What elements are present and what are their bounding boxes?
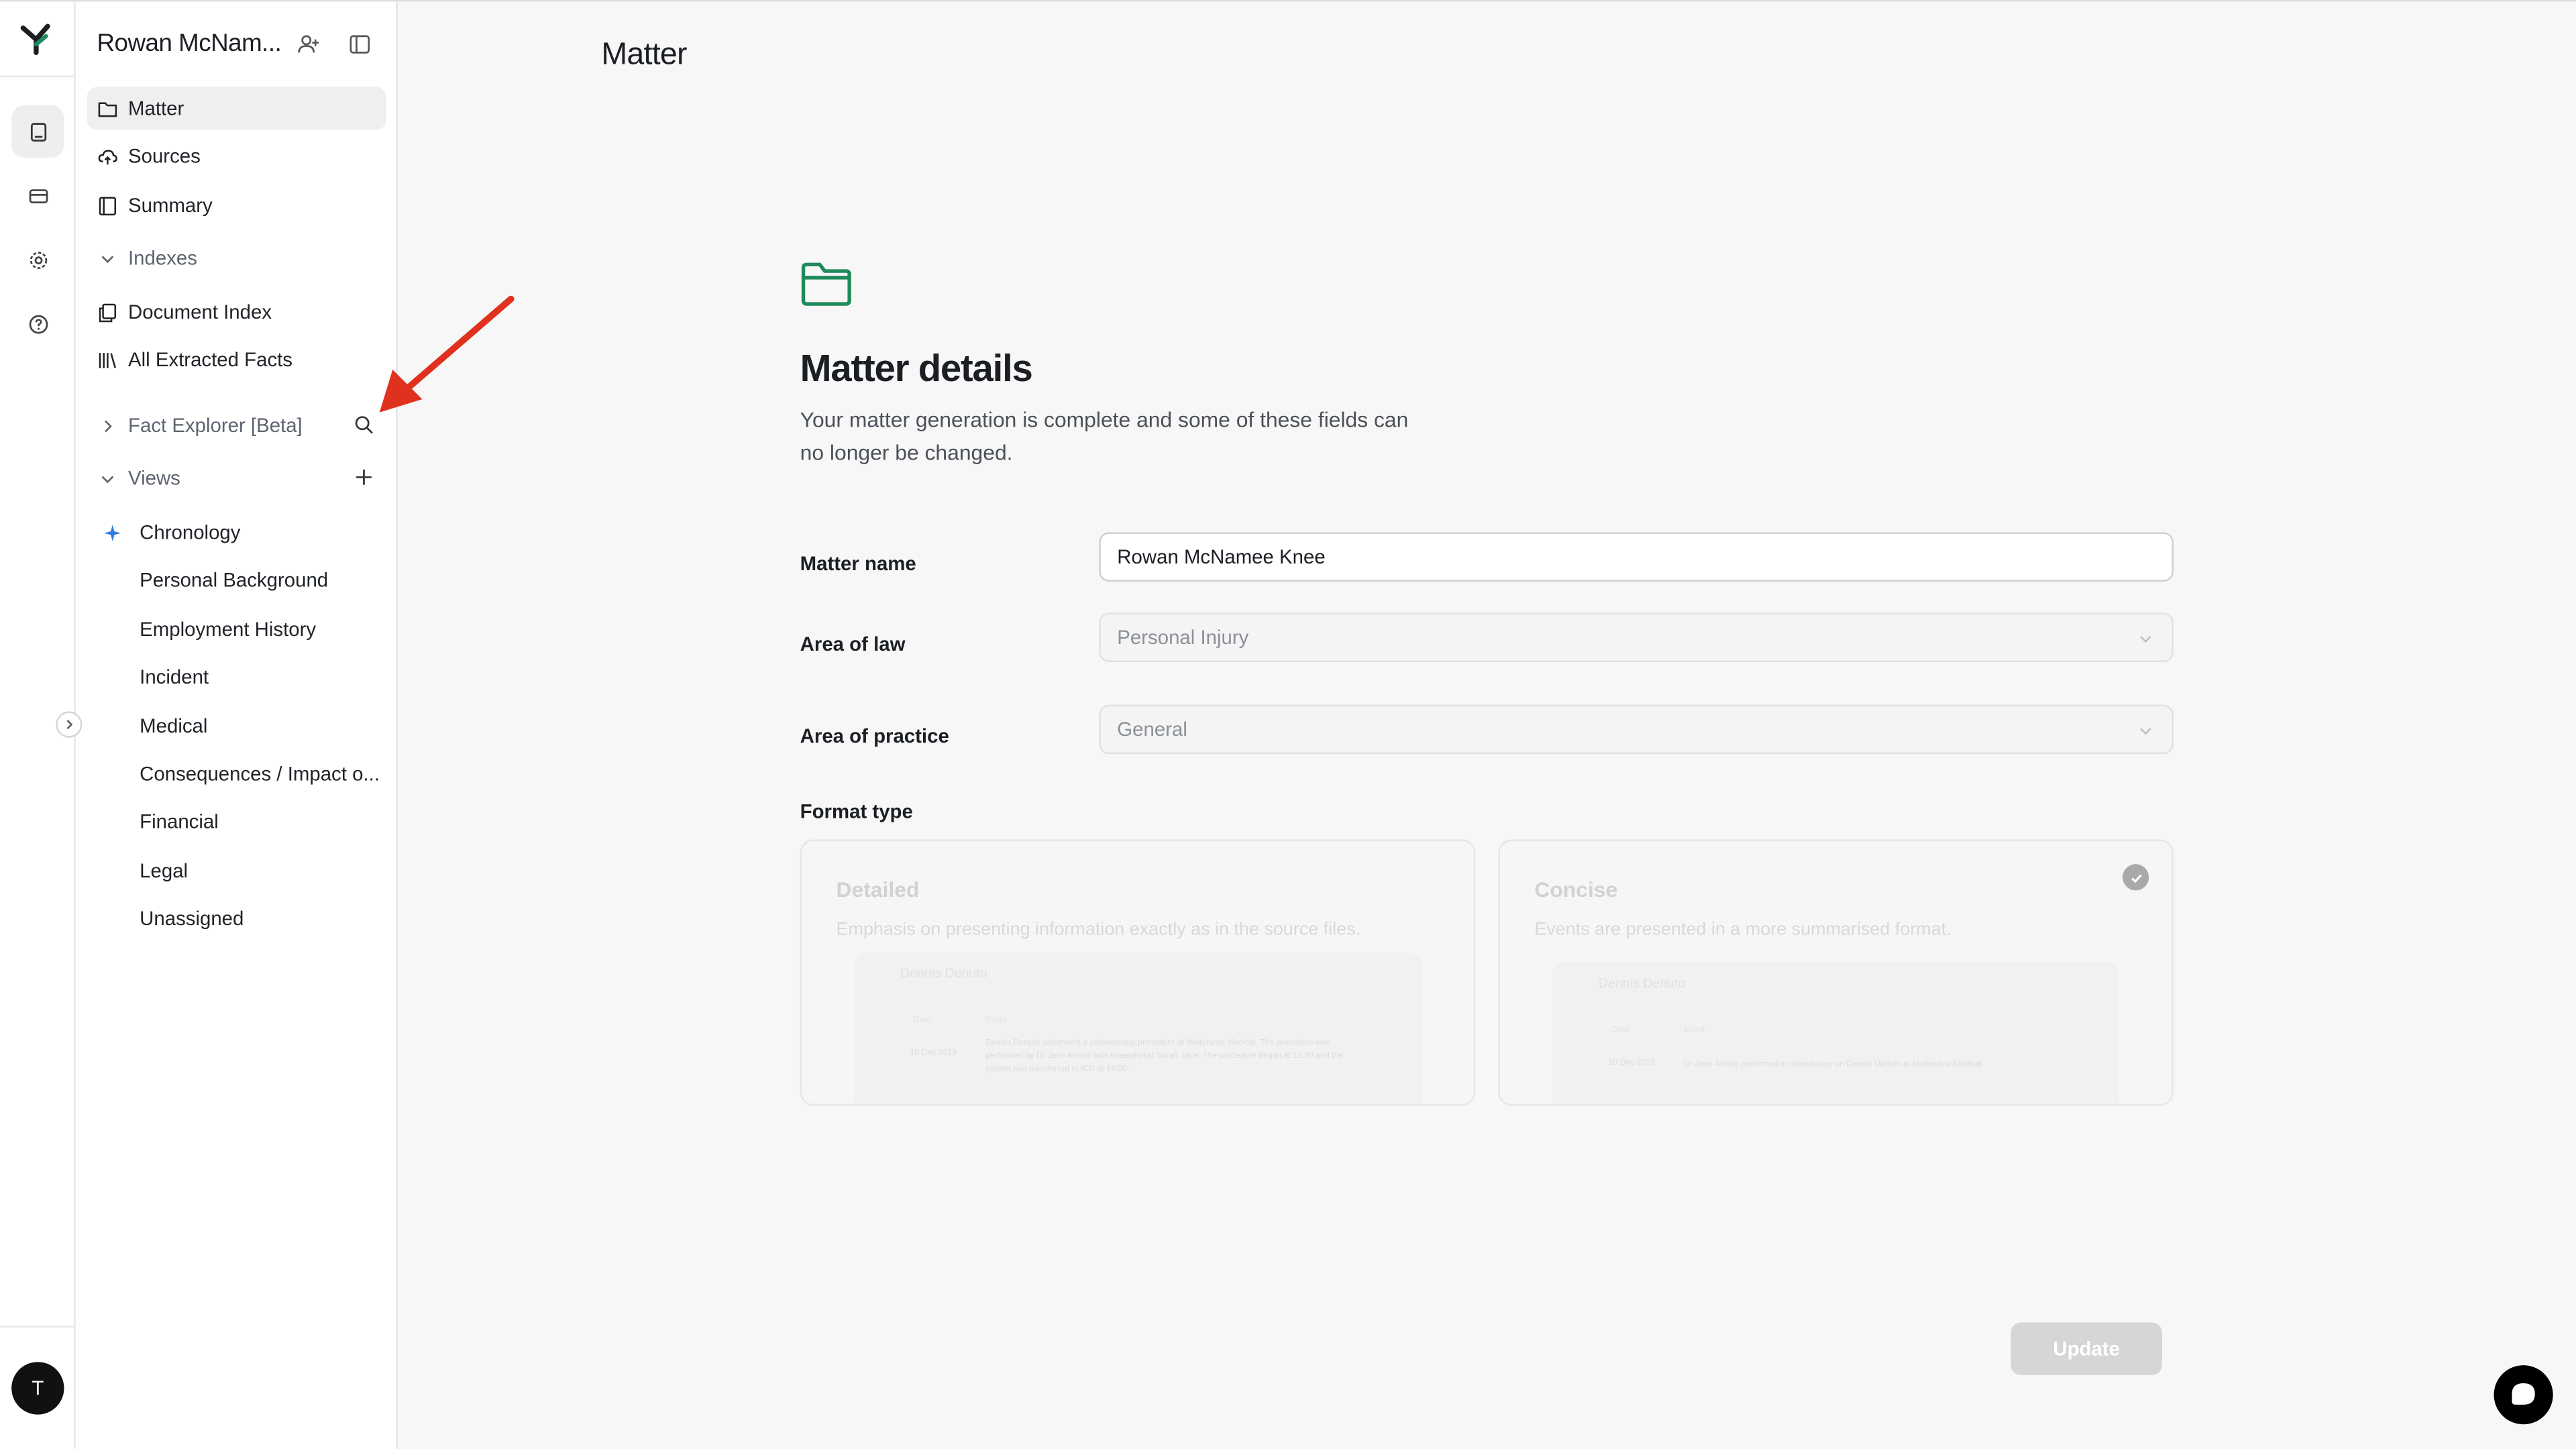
- add-user-icon[interactable]: [297, 33, 320, 56]
- format-title: Detailed: [836, 877, 920, 902]
- preview-col-event: Event: [1684, 1025, 1705, 1035]
- view-label: Personal Background: [140, 568, 329, 592]
- area-of-law-label: Area of law: [800, 632, 906, 656]
- area-of-practice-value: General: [1117, 718, 1187, 741]
- sidebar-item-label: Summary: [128, 193, 213, 217]
- format-preview: Dennis Denuto Date Event 10 Dec 2019 Dr …: [1552, 963, 2120, 1104]
- card-icon[interactable]: [11, 169, 64, 221]
- matter-title: Rowan McNam...: [97, 30, 282, 58]
- preview-col-date: Date: [913, 1015, 931, 1026]
- preview-name: Dennis Denuto: [1598, 975, 1686, 991]
- rail-divider: [0, 1326, 74, 1328]
- rail-divider: [0, 75, 74, 78]
- section-indexes[interactable]: Indexes: [87, 237, 386, 280]
- sidebar-item-label: Sources: [128, 144, 201, 168]
- view-label: Legal: [140, 859, 189, 883]
- section-label: Indexes: [128, 246, 197, 270]
- sidebar-item-summary[interactable]: Summary: [87, 184, 386, 227]
- format-title: Concise: [1534, 877, 1618, 902]
- preview-col-date: Date: [1611, 1025, 1629, 1035]
- view-label: Employment History: [140, 617, 317, 641]
- sparkle-icon: [104, 524, 121, 541]
- chevron-right-icon: [66, 720, 73, 729]
- format-description: Events are presented in a more summarise…: [1534, 920, 1951, 940]
- folder-icon: [801, 262, 851, 306]
- sidebar-item-all-extracted-facts[interactable]: All Extracted Facts: [87, 338, 386, 381]
- format-description: Emphasis on presenting information exact…: [836, 920, 1361, 940]
- matter-name-label: Matter name: [800, 551, 916, 576]
- preview-text: Dr Jane Arnold performed a colonoscopy o…: [1684, 1059, 1984, 1070]
- expand-rail-button[interactable]: [56, 711, 83, 738]
- selected-check-icon: [2123, 864, 2149, 891]
- sidebar-item-matter[interactable]: Matter: [87, 87, 386, 130]
- chat-bubble-icon: [2512, 1383, 2535, 1405]
- view-label: Financial: [140, 810, 219, 833]
- format-card-detailed[interactable]: Detailed Emphasis on presenting informat…: [800, 839, 1476, 1106]
- plus-icon[interactable]: [354, 467, 375, 488]
- view-item[interactable]: Personal Background: [87, 559, 386, 602]
- area-of-practice-select[interactable]: General: [1099, 704, 2174, 755]
- area-of-law-select[interactable]: Personal Injury: [1099, 612, 2174, 662]
- help-icon[interactable]: [11, 297, 64, 350]
- page-title: Matter: [601, 38, 687, 72]
- section-label: Views: [128, 466, 180, 490]
- gear-icon[interactable]: [11, 233, 64, 286]
- chevron-down-icon: [101, 255, 114, 262]
- chat-launcher-button[interactable]: [2493, 1365, 2553, 1425]
- sidebar-item-sources[interactable]: Sources: [87, 135, 386, 178]
- chevron-down-icon: [101, 475, 114, 483]
- view-label: Medical: [140, 714, 208, 738]
- folder-icon: [98, 101, 117, 117]
- view-item[interactable]: Employment History: [87, 608, 386, 651]
- view-label: Chronology: [140, 521, 241, 544]
- format-type-label: Format type: [800, 800, 913, 823]
- matter-details-heading: Matter details: [800, 346, 1033, 390]
- matter-name-field[interactable]: Rowan McNamee Knee: [1099, 532, 2174, 582]
- view-label: Consequences / Impact o...: [140, 762, 380, 786]
- view-item-chronology[interactable]: Chronology: [87, 511, 386, 554]
- matter-details-description: Your matter generation is complete and s…: [800, 407, 1409, 466]
- format-preview: Dennis Denuto Date Event 10 Dec 2019 Den…: [854, 953, 1421, 1104]
- chevron-right-icon: [105, 419, 112, 432]
- view-label: Unassigned: [140, 906, 244, 930]
- preview-date: 10 Dec 2019: [910, 1048, 957, 1059]
- sidebar: Rowan McNam... Matter Sources Summary In…: [75, 1, 398, 1449]
- library-icon: [99, 352, 116, 368]
- section-views[interactable]: Views: [87, 457, 386, 500]
- section-fact-explorer[interactable]: Fact Explorer [Beta]: [87, 404, 386, 447]
- preview-name: Dennis Denuto: [900, 966, 987, 981]
- copy-icon: [99, 303, 117, 322]
- view-item[interactable]: Incident: [87, 655, 386, 698]
- annotation-arrow: [379, 295, 515, 413]
- sidebar-item-label: Document Index: [128, 301, 272, 324]
- format-card-concise[interactable]: Concise Events are presented in a more s…: [1498, 839, 2174, 1106]
- sidebar-item-label: Matter: [128, 97, 184, 120]
- preview-col-event: Event: [985, 1015, 1007, 1026]
- chevron-down-icon: [2140, 636, 2151, 643]
- sidebar-item-document-index[interactable]: Document Index: [87, 290, 386, 333]
- cloud-upload-icon: [98, 149, 117, 164]
- section-label: Fact Explorer [Beta]: [128, 414, 303, 437]
- app-root: T Rowan McNam... Matter Sources Summary: [0, 0, 2576, 1449]
- preview-date: 10 Dec 2019: [1608, 1058, 1656, 1068]
- notebook-icon: [99, 196, 117, 215]
- view-item[interactable]: Financial: [87, 800, 386, 843]
- chevron-down-icon: [2140, 728, 2151, 735]
- sidebar-toggle-icon[interactable]: [348, 33, 371, 56]
- sidebar-item-label: All Extracted Facts: [128, 348, 292, 372]
- view-item[interactable]: Consequences / Impact o...: [87, 753, 386, 796]
- preview-text: Dennis Denuto underwent a colonoscopy pr…: [985, 1038, 1344, 1075]
- update-button[interactable]: Update: [2010, 1322, 2162, 1375]
- book-icon[interactable]: [11, 105, 64, 158]
- view-label: Incident: [140, 665, 209, 689]
- area-of-practice-label: Area of practice: [800, 724, 949, 748]
- matter-name-value: Rowan McNamee Knee: [1117, 545, 1326, 569]
- view-item[interactable]: Legal: [87, 849, 386, 892]
- area-of-law-value: Personal Injury: [1117, 626, 1249, 649]
- view-item[interactable]: Unassigned: [87, 897, 386, 940]
- logo-icon[interactable]: [16, 19, 56, 59]
- view-item[interactable]: Medical: [87, 705, 386, 748]
- avatar[interactable]: T: [11, 1362, 64, 1415]
